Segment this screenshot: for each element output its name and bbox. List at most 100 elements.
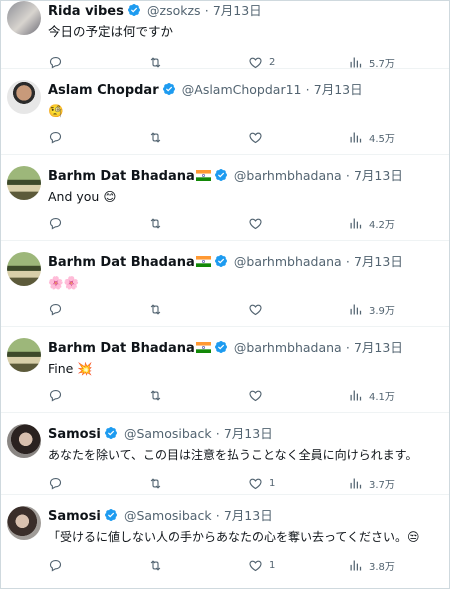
author-handle[interactable]: @barhmbhadana bbox=[234, 168, 342, 183]
reply-icon bbox=[49, 131, 62, 143]
tweet[interactable]: Samosi @Samosiback · 7月13日 あなたを除いて、この目は注… bbox=[1, 413, 449, 495]
tweet-date[interactable]: 7月13日 bbox=[224, 508, 273, 523]
like-button[interactable] bbox=[248, 128, 269, 146]
retweet-icon bbox=[150, 559, 161, 571]
views-button[interactable]: 4.5万 bbox=[348, 128, 395, 146]
separator: · bbox=[215, 426, 220, 441]
reply-button[interactable] bbox=[48, 300, 69, 318]
views-button[interactable]: 3.9万 bbox=[348, 300, 395, 318]
separator: · bbox=[345, 340, 350, 355]
avatar[interactable] bbox=[7, 338, 41, 372]
reply-icon bbox=[49, 303, 62, 315]
author-name[interactable]: Barhm Dat Bhadana bbox=[48, 169, 195, 184]
retweet-button[interactable] bbox=[148, 386, 169, 404]
emoji: 💥 bbox=[77, 361, 93, 376]
retweet-button[interactable] bbox=[148, 300, 169, 318]
reply-icon bbox=[49, 389, 62, 401]
tweet[interactable]: Samosi @Samosiback · 7月13日 「受けるに値しない人の手か… bbox=[1, 495, 449, 585]
like-button[interactable]: 1 bbox=[248, 556, 275, 574]
retweet-icon bbox=[150, 477, 161, 489]
separator: · bbox=[215, 508, 220, 523]
avatar[interactable] bbox=[7, 252, 41, 286]
verified-badge-icon bbox=[162, 83, 175, 95]
reply-button[interactable] bbox=[48, 556, 69, 574]
avatar[interactable] bbox=[7, 506, 41, 540]
heart-icon bbox=[249, 390, 262, 401]
analytics-icon bbox=[350, 132, 362, 142]
author-name[interactable]: Barhm Dat Bhadana bbox=[48, 341, 195, 356]
verified-badge-icon bbox=[214, 341, 227, 353]
tweet-date[interactable]: 7月13日 bbox=[213, 3, 262, 18]
emoji: 😊 bbox=[103, 189, 117, 204]
tweet-date[interactable]: 7月13日 bbox=[224, 426, 273, 441]
author-name[interactable]: Samosi bbox=[48, 427, 101, 442]
author-name[interactable]: Samosi bbox=[48, 509, 101, 524]
separator: · bbox=[305, 82, 310, 97]
emoji: 🧐 bbox=[48, 103, 64, 118]
timeline: Rida vibes @zsokzs · 7月13日 今日の予定は何ですか 2 … bbox=[0, 0, 450, 589]
tweet-text: あなたを除いて、この目は注意を払うことなく全員に向けられます。 bbox=[48, 448, 418, 462]
like-button[interactable] bbox=[248, 386, 269, 404]
tweet[interactable]: Barhm Dat Bhadana @barhmbhadana · 7月13日 … bbox=[1, 241, 449, 327]
author-handle[interactable]: @zsokzs bbox=[147, 3, 201, 18]
retweet-button[interactable] bbox=[148, 474, 169, 492]
retweet-button[interactable] bbox=[148, 556, 169, 574]
tweet[interactable]: Barhm Dat Bhadana @barhmbhadana · 7月13日 … bbox=[1, 327, 449, 413]
tweet[interactable]: Aslam Chopdar @AslamChopdar11 · 7月13日 🧐 … bbox=[1, 69, 449, 155]
tweet-date[interactable]: 7月13日 bbox=[354, 340, 403, 355]
views-button[interactable]: 3.8万 bbox=[348, 556, 395, 574]
reply-button[interactable] bbox=[48, 128, 69, 146]
analytics-icon bbox=[350, 304, 362, 314]
author-handle[interactable]: @Samosiback bbox=[124, 426, 212, 441]
verified-badge-icon bbox=[214, 255, 227, 267]
emoji: 😒 bbox=[407, 530, 420, 544]
tweet[interactable]: Rida vibes @zsokzs · 7月13日 今日の予定は何ですか 2 … bbox=[1, 1, 449, 70]
heart-icon bbox=[249, 560, 262, 571]
author-name[interactable]: Barhm Dat Bhadana bbox=[48, 255, 195, 270]
retweet-button[interactable] bbox=[148, 128, 169, 146]
retweet-icon bbox=[150, 131, 161, 143]
tweet-date[interactable]: 7月13日 bbox=[354, 168, 403, 183]
avatar[interactable] bbox=[7, 1, 41, 35]
tweet-text: And you 😊 bbox=[48, 189, 117, 204]
author-name[interactable]: Aslam Chopdar bbox=[48, 83, 159, 98]
views-button[interactable]: 3.7万 bbox=[348, 474, 395, 492]
analytics-icon bbox=[350, 218, 362, 228]
tweet[interactable]: Barhm Dat Bhadana @barhmbhadana · 7月13日 … bbox=[1, 155, 449, 241]
reply-icon bbox=[49, 477, 62, 489]
retweet-button[interactable] bbox=[148, 214, 169, 232]
author-handle[interactable]: @AslamChopdar11 bbox=[182, 82, 302, 97]
reply-button[interactable] bbox=[48, 474, 69, 492]
tweet-date[interactable]: 7月13日 bbox=[354, 254, 403, 269]
avatar[interactable] bbox=[7, 166, 41, 200]
separator: · bbox=[345, 168, 350, 183]
reply-button[interactable] bbox=[48, 214, 69, 232]
retweet-icon bbox=[150, 389, 161, 401]
views-button[interactable]: 4.1万 bbox=[348, 386, 395, 404]
heart-icon bbox=[249, 218, 262, 229]
author-name[interactable]: Rida vibes bbox=[48, 4, 124, 19]
emoji: 🌸🌸 bbox=[48, 275, 80, 290]
india-flag-icon bbox=[195, 256, 211, 267]
verified-badge-icon bbox=[214, 169, 227, 181]
avatar[interactable] bbox=[7, 80, 41, 114]
like-button[interactable] bbox=[248, 300, 269, 318]
reply-icon bbox=[49, 217, 62, 229]
author-handle[interactable]: @barhmbhadana bbox=[234, 254, 342, 269]
author-handle[interactable]: @Samosiback bbox=[124, 508, 212, 523]
analytics-icon bbox=[350, 478, 362, 488]
like-button[interactable] bbox=[248, 214, 269, 232]
reply-button[interactable] bbox=[48, 386, 69, 404]
verified-badge-icon bbox=[127, 4, 140, 16]
views-button[interactable]: 4.2万 bbox=[348, 214, 395, 232]
avatar[interactable] bbox=[7, 424, 41, 458]
like-button[interactable]: 1 bbox=[248, 474, 275, 492]
analytics-icon bbox=[350, 560, 362, 570]
retweet-icon bbox=[150, 56, 161, 68]
heart-icon bbox=[249, 57, 262, 68]
analytics-icon bbox=[350, 390, 362, 400]
author-handle[interactable]: @barhmbhadana bbox=[234, 340, 342, 355]
tweet-date[interactable]: 7月13日 bbox=[314, 82, 363, 97]
india-flag-icon bbox=[195, 170, 211, 181]
tweet-text: 「受けるに値しない人の手からあなたの心を奪い去ってください。😒 bbox=[48, 530, 420, 544]
